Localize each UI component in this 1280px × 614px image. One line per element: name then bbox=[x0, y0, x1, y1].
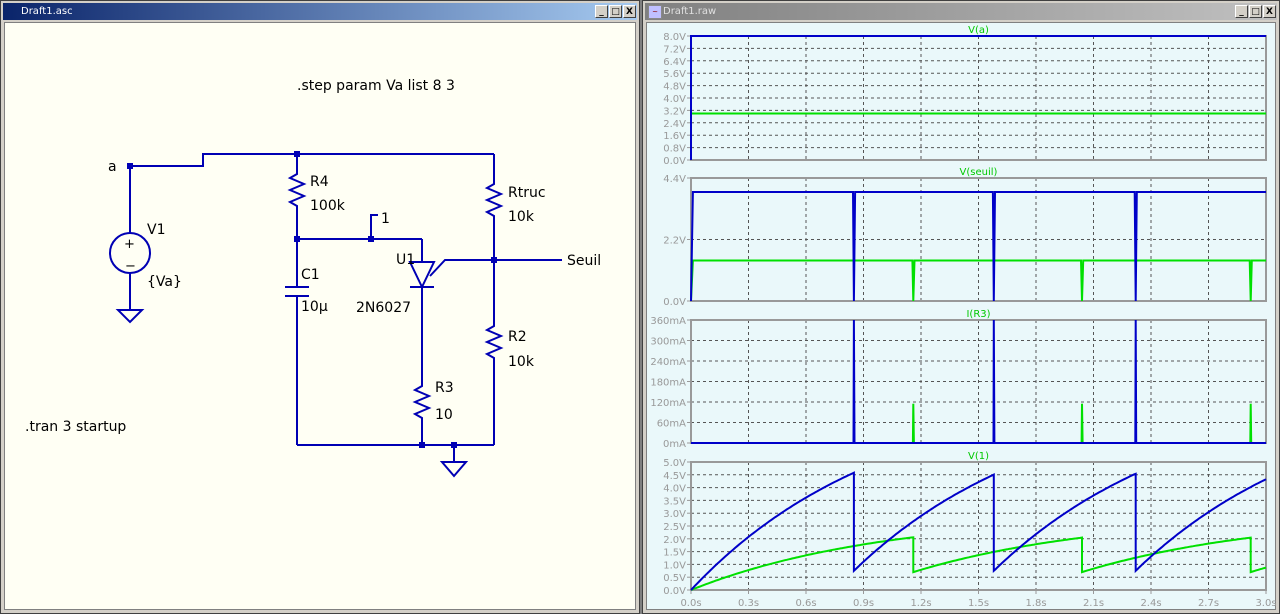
y-tick-label: 0.5V bbox=[663, 573, 686, 584]
y-tick-label: 6.4V bbox=[663, 57, 686, 68]
waveform-plots[interactable]: V(a)0.0V0.8V1.6V2.4V3.2V4.0V4.8V5.6V6.4V… bbox=[0, 0, 1280, 614]
y-tick-label: 0.0V bbox=[663, 297, 686, 308]
x-tick-label: 2.1s bbox=[1083, 598, 1104, 609]
y-tick-label: 4.8V bbox=[663, 82, 686, 93]
y-tick-label: 240mA bbox=[650, 357, 686, 368]
y-tick-label: 4.0V bbox=[663, 94, 686, 105]
y-tick-label: 2.4V bbox=[663, 119, 686, 130]
y-tick-label: 1.0V bbox=[663, 560, 686, 571]
pane-title: V(a) bbox=[968, 25, 989, 36]
x-tick-label: 0.9s bbox=[853, 598, 874, 609]
y-tick-label: 0mA bbox=[663, 439, 686, 450]
x-tick-label: 1.5s bbox=[968, 598, 989, 609]
pane-title: V(1) bbox=[968, 451, 989, 462]
y-tick-label: 7.2V bbox=[663, 44, 686, 55]
y-tick-label: 60mA bbox=[657, 419, 686, 430]
y-tick-label: 2.2V bbox=[663, 236, 686, 247]
pane-title: I(R3) bbox=[966, 309, 990, 320]
y-tick-label: 1.5V bbox=[663, 548, 686, 559]
y-tick-label: 5.0V bbox=[663, 458, 686, 469]
y-tick-label: 3.5V bbox=[663, 496, 686, 507]
x-tick-label: 2.4s bbox=[1140, 598, 1161, 609]
y-tick-label: 2.5V bbox=[663, 522, 686, 533]
y-tick-label: 0.0V bbox=[663, 586, 686, 597]
pane-va: V(a) 0.0V0.8V 1.6V2.4V 3.2V4.0V4.8V 5.6V6.4V… bbox=[663, 25, 1267, 167]
x-tick-label: 0.0s bbox=[680, 598, 701, 609]
y-tick-label: 360mA bbox=[650, 316, 686, 327]
y-tick-label: 3.0V bbox=[663, 509, 686, 520]
y-tick-label: 180mA bbox=[650, 378, 686, 389]
x-tick-label: 2.7s bbox=[1198, 598, 1219, 609]
y-tick-label: 8.0V bbox=[663, 32, 686, 43]
y-tick-label: 300mA bbox=[650, 337, 686, 348]
y-tick-label: 120mA bbox=[650, 398, 686, 409]
x-tick-label: 3.0s bbox=[1255, 598, 1276, 609]
y-tick-label: 5.6V bbox=[663, 69, 686, 80]
y-tick-label: 1.6V bbox=[663, 131, 686, 142]
pane-vseuil: V(seuil) 0.0V 2.2V 4.4V bbox=[663, 167, 1267, 308]
y-tick-label: 3.2V bbox=[663, 106, 686, 117]
pane-ir3: I(R3) 0mA 60mA 120mA 180mA 240mA 300mA 360mA bbox=[650, 309, 1267, 450]
y-tick-label: 4.0V bbox=[663, 484, 686, 495]
x-tick-label: 1.2s bbox=[910, 598, 931, 609]
x-tick-label: 0.3s bbox=[738, 598, 759, 609]
y-tick-label: 4.5V bbox=[663, 471, 686, 482]
x-tick-label: 1.8s bbox=[1025, 598, 1046, 609]
pane-title: V(seuil) bbox=[960, 167, 998, 178]
x-tick-label: 0.6s bbox=[795, 598, 816, 609]
y-tick-label: 0.0V bbox=[663, 156, 686, 167]
y-tick-label: 4.4V bbox=[663, 174, 686, 185]
y-tick-label: 2.0V bbox=[663, 535, 686, 546]
y-tick-label: 0.8V bbox=[663, 144, 686, 155]
pane-v1: V(1) 0.0V 0.5V 1.0V1.5V 2.0V 2.5V 3.0V 3.5V4.0V… bbox=[663, 451, 1276, 609]
